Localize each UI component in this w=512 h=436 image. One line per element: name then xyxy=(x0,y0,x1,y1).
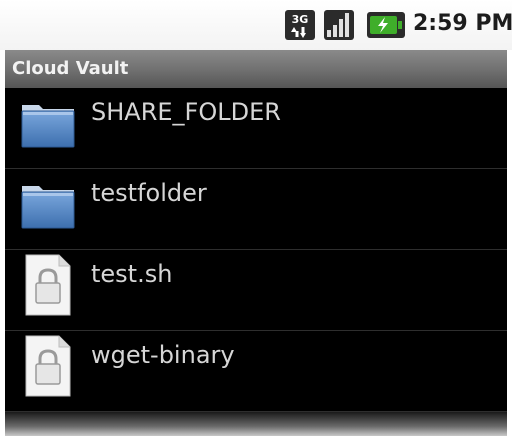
battery-charging-icon xyxy=(367,12,405,38)
clock: 2:59 PM xyxy=(413,11,512,36)
3g-icon: 3G xyxy=(285,10,315,40)
file-name: testfolder xyxy=(91,179,207,207)
app-title: Cloud Vault xyxy=(12,58,129,79)
locked-file-icon xyxy=(25,254,71,316)
file-list: SHARE_FOLDER testfolder test.sh wget-bin… xyxy=(5,88,507,418)
file-row-test-sh[interactable]: test.sh xyxy=(5,250,507,331)
folder-icon xyxy=(21,186,75,229)
folder-icon xyxy=(21,105,75,148)
signal-icon xyxy=(324,10,354,40)
title-bar: Cloud Vault xyxy=(5,50,507,88)
svg-text:3G: 3G xyxy=(292,13,309,26)
file-row-wget-binary[interactable]: wget-binary xyxy=(5,331,507,412)
file-row-testfolder[interactable]: testfolder xyxy=(5,169,507,250)
file-name: SHARE_FOLDER xyxy=(91,98,281,126)
file-name: wget-binary xyxy=(91,341,235,369)
file-row-share-folder[interactable]: SHARE_FOLDER xyxy=(5,88,507,169)
status-bar: 3G 2:59 PM xyxy=(0,0,512,50)
phone-screen: 3G 2:59 PM Cloud Vault SHARE_FOLDER test… xyxy=(0,0,512,436)
list-bottom-edge xyxy=(5,412,507,436)
file-name: test.sh xyxy=(91,260,173,288)
locked-file-icon xyxy=(25,335,71,397)
